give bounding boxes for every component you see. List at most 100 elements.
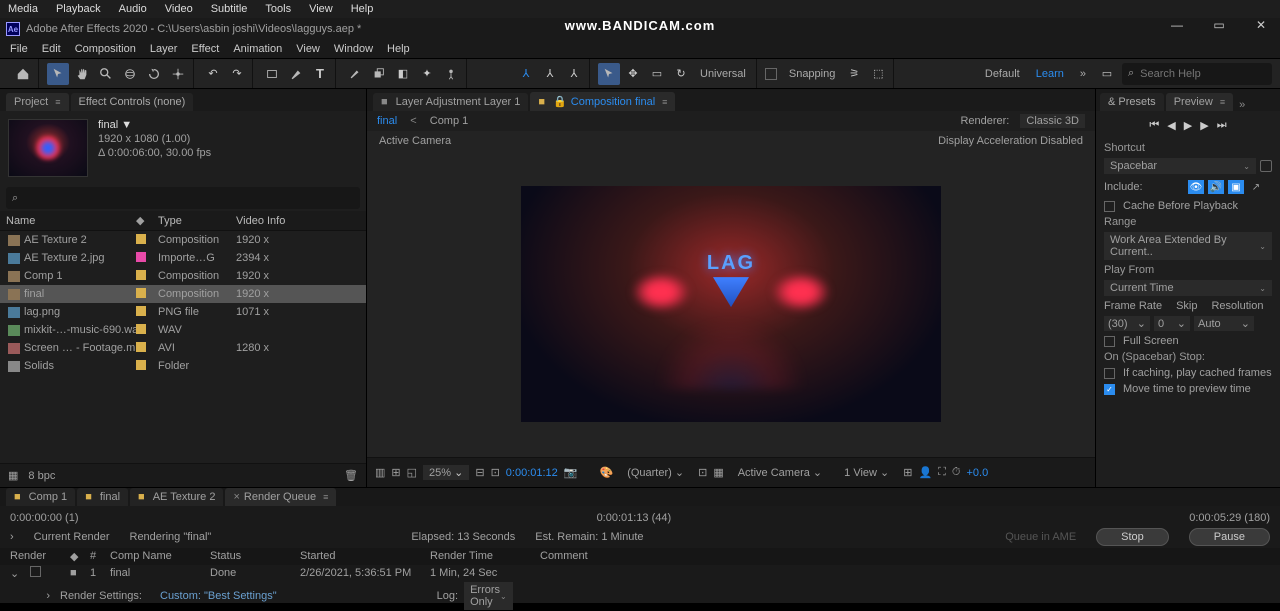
- trash-icon[interactable]: 🗑: [344, 469, 358, 482]
- next-frame-button[interactable]: ▶: [1200, 119, 1208, 132]
- view-opt1-icon[interactable]: ⊞: [903, 466, 912, 479]
- log-dropdown[interactable]: Errors Only⌄: [464, 582, 513, 610]
- renderer-dropdown[interactable]: Classic 3D: [1020, 114, 1085, 128]
- last-frame-button[interactable]: ⏭: [1217, 119, 1227, 132]
- project-row[interactable]: Screen … - Footage.mp4AVI1280 x: [0, 339, 366, 357]
- roto-tool-icon[interactable]: ✦: [416, 63, 438, 85]
- grid-icon[interactable]: ⊞: [391, 466, 400, 479]
- playfrom-dropdown[interactable]: Current Time⌄: [1104, 280, 1272, 296]
- tab-comp-view[interactable]: ■🔒 Composition final≡: [530, 92, 675, 111]
- rect-tool-icon[interactable]: [261, 63, 283, 85]
- workspace-learn[interactable]: Learn: [1030, 68, 1070, 80]
- hand-tool-icon[interactable]: [71, 63, 93, 85]
- anchor-tool-icon[interactable]: [167, 63, 189, 85]
- axis-local-icon[interactable]: ⅄: [515, 63, 537, 85]
- prev-frame-button[interactable]: ◀: [1167, 119, 1175, 132]
- more-tabs-icon[interactable]: »: [1239, 99, 1245, 111]
- mask-icon[interactable]: ▥: [375, 466, 385, 479]
- label-swatch[interactable]: [136, 270, 146, 280]
- label-swatch[interactable]: [136, 252, 146, 262]
- menu-composition[interactable]: Composition: [75, 43, 136, 55]
- exposure-value[interactable]: +0.0: [966, 467, 988, 479]
- resolution-dropdown[interactable]: (Quarter) ⌄: [619, 465, 692, 480]
- skip-dropdown[interactable]: 0⌄: [1154, 316, 1190, 331]
- movetime-checkbox[interactable]: ✓: [1104, 384, 1115, 395]
- include-overlay-icon[interactable]: ▣: [1228, 180, 1244, 194]
- menu-file[interactable]: File: [10, 43, 28, 55]
- include-audio-icon[interactable]: 🔊: [1208, 180, 1224, 194]
- render-settings-value[interactable]: Custom: "Best Settings": [160, 590, 277, 602]
- zoom-dropdown[interactable]: 25% ⌄: [423, 465, 469, 480]
- clone-tool-icon[interactable]: [368, 63, 390, 85]
- crumb-back-icon[interactable]: <: [410, 115, 416, 127]
- cache-checkbox[interactable]: [1104, 201, 1115, 212]
- fullscreen-checkbox[interactable]: [1104, 336, 1115, 347]
- render-settings-label[interactable]: Render Settings:: [60, 590, 160, 602]
- transparency-icon[interactable]: ▦: [713, 466, 723, 479]
- maximize-button[interactable]: ▭: [1204, 18, 1234, 32]
- host-menu-subtitle[interactable]: Subtitle: [211, 3, 248, 15]
- label-swatch[interactable]: [136, 342, 146, 352]
- host-menu-media[interactable]: Media: [8, 3, 38, 15]
- include-video-icon[interactable]: 👁: [1188, 180, 1204, 194]
- include-ext-icon[interactable]: ↗: [1248, 180, 1264, 194]
- workspace-more-icon[interactable]: »: [1074, 68, 1092, 80]
- label-swatch[interactable]: [136, 306, 146, 316]
- rotate-tool-icon[interactable]: [143, 63, 165, 85]
- tab-preview[interactable]: Preview≡: [1166, 93, 1233, 111]
- move-icon[interactable]: ✥: [622, 63, 644, 85]
- color-mgmt-icon[interactable]: 🎨: [599, 466, 613, 479]
- minimize-button[interactable]: —: [1162, 18, 1192, 32]
- host-menu-tools[interactable]: Tools: [265, 3, 291, 15]
- host-menu-help[interactable]: Help: [351, 3, 374, 15]
- views-dropdown[interactable]: 1 View ⌄: [836, 465, 897, 480]
- first-frame-button[interactable]: ⏮: [1149, 119, 1159, 132]
- add-icon[interactable]: ▭: [646, 63, 668, 85]
- cursor-icon[interactable]: [598, 63, 620, 85]
- host-menu-playback[interactable]: Playback: [56, 3, 101, 15]
- search-help-input[interactable]: [1140, 68, 1260, 80]
- resolution-dropdown-preview[interactable]: Auto⌄: [1194, 316, 1254, 331]
- pen-tool-icon[interactable]: [285, 63, 307, 85]
- workspace-menu-icon[interactable]: ▭: [1096, 63, 1118, 85]
- label-swatch[interactable]: [136, 288, 146, 298]
- interpret-icon[interactable]: ▦: [8, 469, 18, 482]
- view-opt4-icon[interactable]: ⏱: [952, 466, 961, 479]
- eraser-tool-icon[interactable]: ◧: [392, 63, 414, 85]
- axis-view-icon[interactable]: ⅄: [563, 63, 585, 85]
- menu-view[interactable]: View: [296, 43, 320, 55]
- project-row[interactable]: SolidsFolder: [0, 357, 366, 375]
- workspace-default[interactable]: Default: [979, 68, 1026, 80]
- roi-icon[interactable]: ⊡: [698, 466, 707, 479]
- expand-icon[interactable]: ›: [10, 531, 14, 543]
- channel-icon[interactable]: ⊡: [491, 466, 500, 479]
- project-row[interactable]: finalComposition1920 x: [0, 285, 366, 303]
- tab-tl-final[interactable]: ■final: [77, 488, 128, 506]
- host-menu-video[interactable]: Video: [165, 3, 193, 15]
- col-name[interactable]: Name: [6, 215, 136, 227]
- view-opt2-icon[interactable]: 👤: [918, 466, 932, 479]
- project-search[interactable]: ⌕: [6, 187, 360, 209]
- close-button[interactable]: ✕: [1246, 18, 1276, 32]
- pause-button[interactable]: Pause: [1189, 528, 1270, 546]
- loop-icon[interactable]: [1260, 160, 1272, 172]
- label-swatch[interactable]: [136, 360, 146, 370]
- axis-world-icon[interactable]: ⅄: [539, 63, 561, 85]
- project-row[interactable]: AE Texture 2Composition1920 x: [0, 231, 366, 249]
- tab-tl-comp1[interactable]: ■Comp 1: [6, 488, 75, 506]
- stop-button[interactable]: Stop: [1096, 528, 1169, 546]
- menu-help[interactable]: Help: [387, 43, 410, 55]
- label-swatch[interactable]: [136, 324, 146, 334]
- camera-dropdown[interactable]: Active Camera ⌄: [730, 465, 830, 480]
- text-tool-icon[interactable]: T: [309, 63, 331, 85]
- label-swatch[interactable]: [136, 234, 146, 244]
- orbit-tool-icon[interactable]: [119, 63, 141, 85]
- ifcache-checkbox[interactable]: [1104, 368, 1115, 379]
- tab-render-queue[interactable]: × Render Queue≡: [225, 488, 336, 506]
- tab-project[interactable]: Project≡: [6, 93, 69, 111]
- range-dropdown[interactable]: Work Area Extended By Current..⌄: [1104, 232, 1272, 260]
- brush-tool-icon[interactable]: [344, 63, 366, 85]
- redo-icon[interactable]: ↷: [226, 63, 248, 85]
- tab-tl-texture[interactable]: ■AE Texture 2: [130, 488, 223, 506]
- rotate3d-icon[interactable]: ↻: [670, 63, 692, 85]
